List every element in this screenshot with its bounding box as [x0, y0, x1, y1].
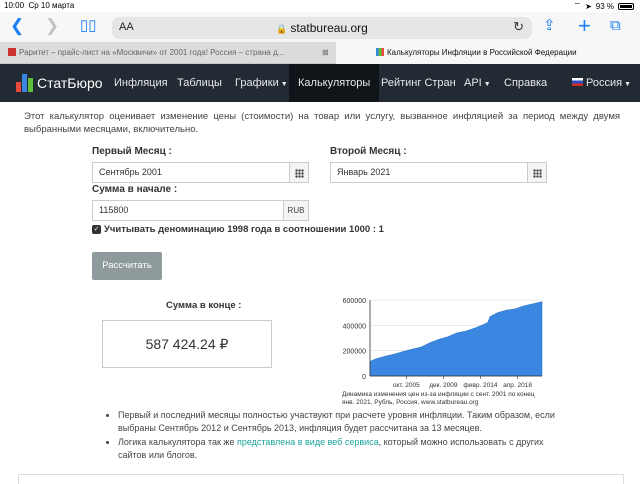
- calendar-grid-icon: [533, 169, 542, 178]
- reload-icon[interactable]: ↻: [513, 19, 524, 35]
- browser-tab-bar: Раритет – прайс-лист на «Москвичи» от 20…: [0, 42, 640, 64]
- second-month-input[interactable]: Январь 2021: [330, 162, 528, 183]
- status-bar: 10:00 Ср 10 марта ⌔ ➤ 93 %: [0, 0, 640, 12]
- lock-icon: 🔒: [276, 24, 288, 34]
- status-time: 10:00: [4, 1, 25, 10]
- battery-icon: [618, 2, 634, 10]
- chart-caption: Динамика изменения цен из-за инфляции с …: [342, 391, 535, 406]
- list-item: Логика калькулятора так же представлена …: [118, 436, 556, 461]
- result-label: Сумма в конце :: [166, 300, 242, 311]
- first-month-label: Первый Месяц :: [92, 146, 172, 157]
- note-text: Логика калькулятора так же: [118, 437, 237, 447]
- nav-label: Графики: [235, 77, 279, 89]
- address-bar[interactable]: AA 🔒 statbureau.org ↻: [112, 17, 532, 39]
- nav-item-calculators[interactable]: Калькуляторы: [289, 64, 380, 102]
- tab-title: Раритет – прайс-лист на «Москвичи» от 20…: [19, 48, 285, 57]
- denomination-checkbox[interactable]: ✓: [92, 225, 101, 234]
- first-month-input[interactable]: Сентябрь 2001: [92, 162, 290, 183]
- chart-y-tick-label: 400000: [343, 323, 366, 330]
- site-navbar: СтатБюро Инфляция Таблицы Графики ▼ Кальк…: [0, 64, 640, 102]
- nav-label: Калькуляторы: [298, 77, 371, 89]
- denomination-label: Учитывать деноминацию 1998 года в соотно…: [104, 224, 384, 235]
- notes-list: Первый и последний месяцы полностью учас…: [106, 409, 556, 463]
- share-icon[interactable]: ⇪: [543, 16, 556, 36]
- chart-y-tick-label: 200000: [343, 349, 366, 356]
- second-month-label: Второй Месяц :: [330, 146, 407, 157]
- note-text: Первый и последний месяцы полностью учас…: [118, 410, 555, 433]
- result-value: 587 424.24 ₽: [102, 320, 272, 368]
- status-date: Ср 10 марта: [28, 1, 75, 10]
- nav-item-country-rating[interactable]: Рейтинг Стран: [372, 64, 465, 102]
- nav-label: Таблицы: [177, 77, 222, 89]
- calculate-button[interactable]: Рассчитать: [92, 252, 162, 280]
- first-month-picker-button[interactable]: [289, 162, 309, 183]
- amount-label: Сумма в начале :: [92, 184, 178, 195]
- chart-y-tick-label: 600000: [343, 298, 366, 305]
- chart-x-tick-label: апр. 2018: [503, 382, 532, 389]
- wifi-icon: ⌔: [573, 1, 582, 10]
- tab-favicon: [8, 48, 16, 56]
- new-tab-icon[interactable]: +: [578, 15, 591, 37]
- nav-item-inflation[interactable]: Инфляция: [105, 64, 177, 102]
- nav-label: Рейтинг Стран: [381, 77, 456, 89]
- nav-label: Справка: [504, 77, 548, 89]
- close-tab-icon[interactable]: ⊠: [322, 42, 334, 64]
- tab-favicon: [376, 48, 384, 56]
- location-icon: ➤: [585, 1, 592, 11]
- tabs-overview-icon[interactable]: ⧉: [610, 16, 621, 36]
- chevron-down-icon: ▼: [280, 81, 288, 88]
- russia-flag-icon: [572, 78, 583, 86]
- chevron-down-icon: ▼: [624, 81, 632, 88]
- logo-bars-icon: [16, 74, 34, 92]
- chart-x-tick-label: дек. 2009: [429, 382, 458, 389]
- inflation-chart: 0 200000 400000 600000 окт. 2005 дек. 2009 фев…: [343, 298, 543, 389]
- bookmarks-icon[interactable]: ▯▯: [80, 16, 97, 36]
- url-display[interactable]: 🔒 statbureau.org: [112, 21, 532, 35]
- status-time-date: 10:00 Ср 10 марта: [4, 1, 74, 10]
- logo-text: СтатБюро: [37, 75, 103, 91]
- tab-rarity[interactable]: Раритет – прайс-лист на «Москвичи» от 20…: [0, 42, 320, 64]
- calculator-description: Этот калькулятор оценивает изменение цен…: [24, 111, 620, 135]
- nav-item-help[interactable]: Справка: [495, 64, 556, 102]
- site-logo[interactable]: СтатБюро: [16, 73, 103, 93]
- tab-inflation-calculators[interactable]: Калькуляторы Инфляции в Российской Федер…: [336, 42, 640, 64]
- chart-x-tick-label: февр. 2014: [463, 382, 497, 389]
- nav-item-tables[interactable]: Таблицы: [168, 64, 231, 102]
- tab-title: Калькуляторы Инфляции в Российской Федер…: [387, 48, 577, 57]
- chart-y-tick-label: 0: [362, 374, 366, 381]
- nav-item-charts[interactable]: Графики ▼: [226, 64, 297, 102]
- list-item: Первый и последний месяцы полностью учас…: [118, 409, 556, 434]
- main-content: Этот калькулятор оценивает изменение цен…: [0, 102, 640, 484]
- amount-input[interactable]: 115800: [92, 200, 284, 221]
- forward-icon[interactable]: ❯: [45, 16, 59, 36]
- chevron-down-icon: ▼: [483, 81, 491, 88]
- nav-item-api[interactable]: API ▼: [455, 64, 500, 102]
- second-month-picker-button[interactable]: [527, 162, 547, 183]
- nav-item-country-russia[interactable]: Россия ▼: [563, 64, 640, 102]
- nav-label: Россия: [586, 77, 623, 89]
- chart-x-tick-label: окт. 2005: [393, 382, 420, 389]
- chart-area-series: [369, 301, 543, 377]
- status-right: ⌔ ➤ 93 %: [574, 1, 634, 11]
- nav-label: API: [464, 77, 482, 89]
- web-service-link[interactable]: представлена в виде веб сервиса: [237, 437, 379, 447]
- currency-addon: RUB: [283, 200, 309, 221]
- calendar-grid-icon: [295, 169, 304, 178]
- browser-toolbar: ❮ ❯ ▯▯ AA 🔒 statbureau.org ↻ ⇪ + ⧉: [0, 12, 640, 42]
- back-icon[interactable]: ❮: [10, 16, 24, 36]
- footer-panel-edge: [18, 474, 624, 484]
- battery-percent: 93 %: [595, 1, 614, 11]
- url-text: statbureau.org: [290, 21, 368, 35]
- nav-label: Инфляция: [114, 77, 168, 89]
